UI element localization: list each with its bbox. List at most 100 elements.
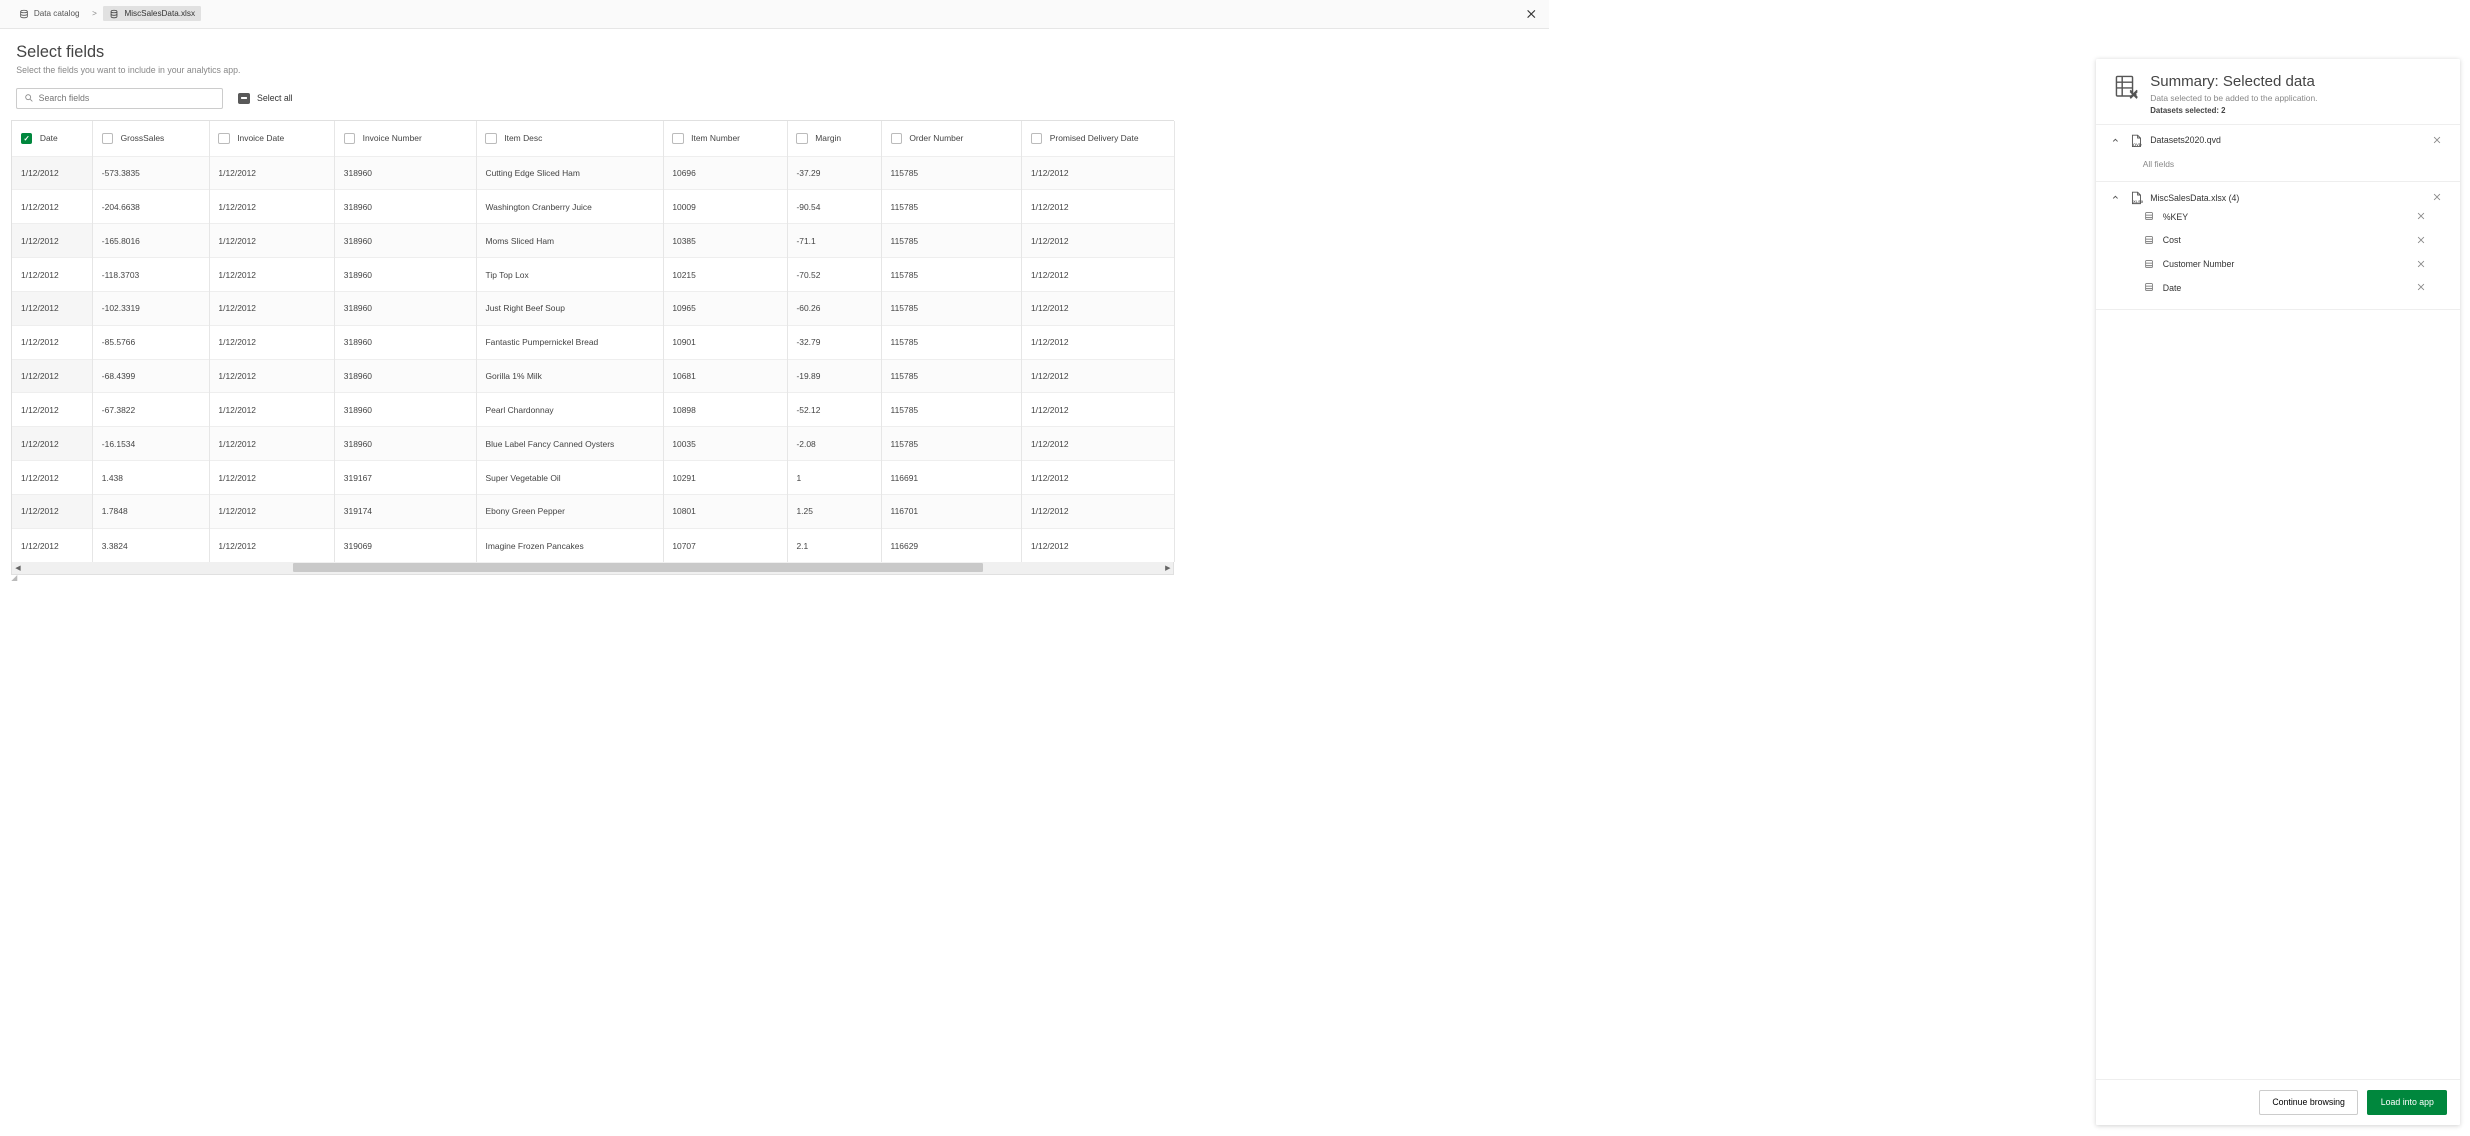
cell-date: 1/12/2012 <box>12 461 92 495</box>
cell-gross: -165.8016 <box>93 224 210 258</box>
column-label-desc: Item Desc <box>504 133 542 143</box>
search-input[interactable] <box>39 93 216 103</box>
load-into-app-button[interactable]: Load into app <box>2367 1090 2447 1115</box>
cell-date: 1/12/2012 <box>12 190 92 224</box>
column-checkbox-gross[interactable] <box>102 133 113 144</box>
table-row: 1/12/20123.38241/12/2012319069Imagine Fr… <box>12 528 1174 562</box>
breadcrumb: Data catalog > MiscSalesData.xlsx <box>13 6 202 21</box>
cell-invdate: 1/12/2012 <box>209 528 334 562</box>
remove-dataset-button[interactable] <box>2432 192 2443 203</box>
column-header-date[interactable]: Date <box>12 121 92 156</box>
column-checkbox-margin[interactable] <box>796 133 807 144</box>
column-label-date: Date <box>40 133 58 143</box>
cell-itemnum: 10385 <box>663 224 787 258</box>
scroll-left-arrow[interactable]: ◀ <box>12 562 23 573</box>
breadcrumb-root[interactable]: Data catalog <box>13 6 86 21</box>
cell-desc: Ebony Green Pepper <box>476 495 663 529</box>
column-checkbox-invdate[interactable] <box>218 133 229 144</box>
cell-ordernum: 115785 <box>881 393 1021 427</box>
remove-field-button[interactable] <box>2416 235 2427 246</box>
cell-margin: 1.25 <box>787 495 881 529</box>
column-header-invnum[interactable]: Invoice Number <box>335 121 477 156</box>
column-header-itemnum[interactable]: Item Number <box>663 121 787 156</box>
column-header-ordernum[interactable]: Order Number <box>881 121 1021 156</box>
selected-field-row: Date <box>2110 276 2444 300</box>
cell-invnum: 319174 <box>335 495 477 529</box>
column-checkbox-invnum[interactable] <box>344 133 355 144</box>
cell-margin: -19.89 <box>787 359 881 393</box>
cell-itemnum: 10965 <box>663 291 787 325</box>
column-header-invdate[interactable]: Invoice Date <box>209 121 334 156</box>
dataset-group: XLSXMiscSalesData.xlsx (4)%KEYCostCustom… <box>2096 182 2460 310</box>
table-row: 1/12/2012-118.37031/12/2012318960Tip Top… <box>12 258 1174 292</box>
cell-margin: -32.79 <box>787 325 881 359</box>
cell-invnum: 318960 <box>335 190 477 224</box>
column-label-promised: Promised Delivery Date <box>1050 133 1139 143</box>
cell-invnum: 318960 <box>335 325 477 359</box>
cell-invnum: 318960 <box>335 291 477 325</box>
cell-ordernum: 116629 <box>881 528 1021 562</box>
cell-invdate: 1/12/2012 <box>209 224 334 258</box>
column-checkbox-desc[interactable] <box>485 133 496 144</box>
cell-desc: Pearl Chardonnay <box>476 393 663 427</box>
controls-row: Select all <box>0 85 1549 120</box>
breadcrumb-current[interactable]: MiscSalesData.xlsx <box>103 6 201 21</box>
select-all-checkbox-indeterminate[interactable] <box>238 93 249 104</box>
remove-dataset-button[interactable] <box>2432 135 2443 146</box>
summary-footer: Continue browsing Load into app <box>2096 1079 2460 1125</box>
table-row: 1/12/2012-68.43991/12/2012318960Gorilla … <box>12 359 1174 393</box>
cell-date: 1/12/2012 <box>12 156 92 190</box>
remove-field-button[interactable] <box>2416 211 2427 222</box>
cell-ordernum: 115785 <box>881 325 1021 359</box>
table-row: 1/12/2012-85.57661/12/2012318960Fantasti… <box>12 325 1174 359</box>
column-checkbox-ordernum[interactable] <box>891 133 902 144</box>
cell-gross: -67.3822 <box>93 393 210 427</box>
dataset-file-icon: XLSX <box>2129 191 2143 205</box>
cell-invdate: 1/12/2012 <box>209 359 334 393</box>
breadcrumb-current-label: MiscSalesData.xlsx <box>124 9 195 18</box>
column-checkbox-itemnum[interactable] <box>672 133 683 144</box>
column-header-desc[interactable]: Item Desc <box>476 121 663 156</box>
continue-browsing-button[interactable]: Continue browsing <box>2259 1090 2359 1115</box>
cell-ordernum: 115785 <box>881 258 1021 292</box>
column-checkbox-date[interactable] <box>21 133 32 144</box>
cell-gross: 3.3824 <box>93 528 210 562</box>
scroll-right-arrow[interactable]: ▶ <box>1162 562 1173 573</box>
selected-field-row: %KEY <box>2110 205 2444 229</box>
cell-promised: 1/12/2012 <box>1022 190 1175 224</box>
horizontal-scrollbar[interactable]: ◀ ▶ <box>11 562 1174 575</box>
cell-desc: Tip Top Lox <box>476 258 663 292</box>
column-header-gross[interactable]: GrossSales <box>93 121 210 156</box>
remove-field-button[interactable] <box>2416 259 2427 270</box>
table-row: 1/12/2012-204.66381/12/2012318960Washing… <box>12 190 1174 224</box>
remove-field-button[interactable] <box>2416 282 2427 293</box>
column-header-promised[interactable]: Promised Delivery Date <box>1022 121 1175 156</box>
cell-gross: -573.3835 <box>93 156 210 190</box>
scroll-track[interactable] <box>24 562 1163 574</box>
cell-desc: Super Vegetable Oil <box>476 461 663 495</box>
cell-date: 1/12/2012 <box>12 224 92 258</box>
cell-gross: -68.4399 <box>93 359 210 393</box>
cell-margin: 2.1 <box>787 528 881 562</box>
cell-invnum: 318960 <box>335 427 477 461</box>
selected-field-row: Customer Number <box>2110 252 2444 276</box>
breadcrumb-separator: > <box>92 9 97 18</box>
column-checkbox-promised[interactable] <box>1031 133 1042 144</box>
table-row: 1/12/2012-16.15341/12/2012318960Blue Lab… <box>12 427 1174 461</box>
cell-itemnum: 10901 <box>663 325 787 359</box>
cell-promised: 1/12/2012 <box>1022 528 1175 562</box>
cell-date: 1/12/2012 <box>12 528 92 562</box>
cell-promised: 1/12/2012 <box>1022 461 1175 495</box>
cell-ordernum: 115785 <box>881 427 1021 461</box>
cell-ordernum: 115785 <box>881 190 1021 224</box>
dataset-all-fields-label: All fields <box>2110 147 2444 172</box>
chevron-up-icon[interactable] <box>2110 192 2121 203</box>
chevron-up-icon[interactable] <box>2110 135 2121 146</box>
close-button[interactable] <box>1525 8 1538 21</box>
select-all-toggle[interactable]: Select all <box>238 93 292 104</box>
scroll-thumb[interactable] <box>293 563 983 572</box>
column-header-margin[interactable]: Margin <box>787 121 881 156</box>
resize-corner-icon <box>11 575 19 583</box>
search-input-wrap[interactable] <box>16 88 223 109</box>
cell-invdate: 1/12/2012 <box>209 495 334 529</box>
